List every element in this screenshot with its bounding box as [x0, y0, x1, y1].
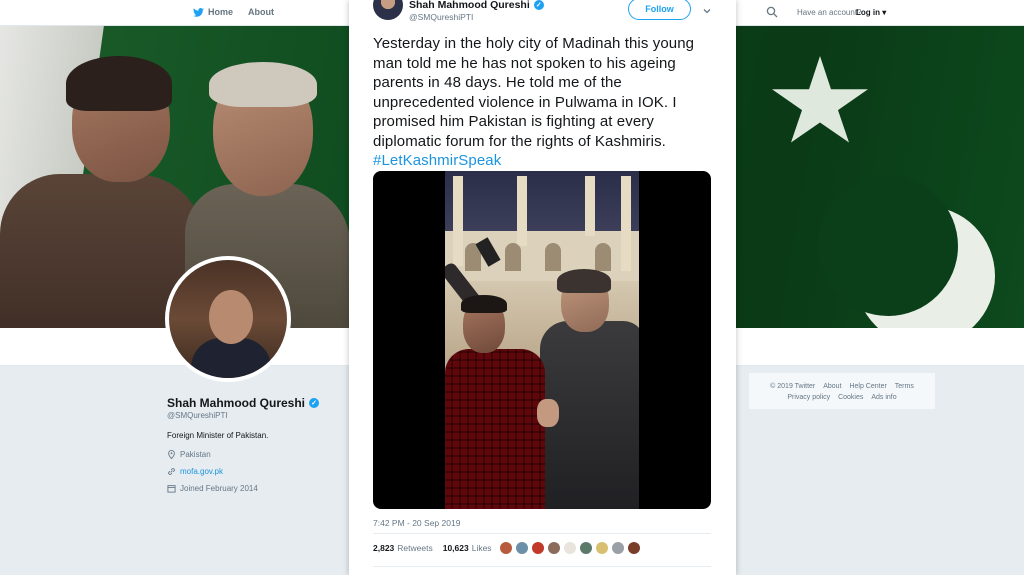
likers-avatars [499, 541, 641, 555]
profile-name-text: Shah Mahmood Qureshi [167, 396, 306, 410]
tweet-author-name[interactable]: Shah Mahmood Qureshi ✓ [409, 0, 544, 11]
footer-help-link[interactable]: Help Center [849, 383, 886, 390]
tweet-author-avatar[interactable] [373, 0, 403, 20]
profile-avatar[interactable] [165, 256, 291, 382]
verified-badge-icon: ✓ [533, 0, 544, 10]
liker-avatar[interactable] [579, 541, 593, 555]
footer-ads-link[interactable]: Ads info [871, 394, 896, 401]
liker-avatar[interactable] [531, 541, 545, 555]
profile-joined-text: Joined February 2014 [180, 484, 258, 493]
tweet-author-handle[interactable]: @SMQureshiPTI [409, 12, 473, 22]
nav-home-link[interactable]: Home [193, 7, 233, 17]
follow-button[interactable]: Follow [628, 0, 691, 20]
calendar-icon [167, 485, 176, 493]
profile-joined: Joined February 2014 [167, 484, 258, 493]
liker-avatar[interactable] [595, 541, 609, 555]
tweet-hashtag[interactable]: #LetKashmirSpeak [373, 152, 501, 169]
liker-avatar[interactable] [563, 541, 577, 555]
retweets-label[interactable]: Retweets [397, 543, 432, 553]
likes-count[interactable]: 10,623 [443, 543, 469, 553]
tweet-stats: 2,823 Retweets 10,623 Likes [373, 543, 492, 553]
flag-star [772, 56, 868, 143]
flag-crescent-cut [818, 176, 958, 316]
liker-avatar[interactable] [515, 541, 529, 555]
link-icon [168, 468, 175, 475]
tweet-video[interactable] [373, 171, 711, 509]
profile-url: mofa.gov.pk [167, 467, 223, 476]
tweet-text: Yesterday in the holy city of Madinah th… [373, 34, 718, 171]
verified-badge-icon: ✓ [309, 398, 320, 408]
liker-avatar[interactable] [627, 541, 641, 555]
login-link[interactable]: Log in ▾ [856, 8, 886, 17]
video-frame [445, 171, 639, 509]
likes-label[interactable]: Likes [472, 543, 492, 553]
footer-links: © 2019 Twitter About Help Center Terms P… [748, 372, 936, 410]
liker-avatar[interactable] [611, 541, 625, 555]
footer-copyright: © 2019 Twitter [770, 383, 816, 390]
retweets-count[interactable]: 2,823 [373, 543, 394, 553]
nav-about-link[interactable]: About [248, 7, 274, 17]
chevron-down-icon[interactable] [702, 6, 712, 16]
divider [373, 566, 711, 567]
footer-row-2: Privacy policy Cookies Ads info [755, 392, 929, 403]
tweet-author-name-text: Shah Mahmood Qureshi [409, 0, 530, 11]
profile-bio: Foreign Minister of Pakistan. [167, 431, 269, 440]
nav-home-label: Home [208, 7, 234, 17]
search-icon[interactable] [766, 6, 778, 18]
footer-row-1: © 2019 Twitter About Help Center Terms [755, 381, 929, 392]
login-label: Log in [856, 8, 880, 17]
location-pin-icon [168, 450, 175, 459]
footer-terms-link[interactable]: Terms [895, 383, 914, 390]
twitter-bird-icon [193, 7, 204, 17]
footer-about-link[interactable]: About [823, 383, 841, 390]
tweet-modal: Shah Mahmood Qureshi ✓ @SMQureshiPTI Fol… [349, 0, 736, 575]
profile-location: Pakistan [167, 450, 211, 459]
have-account-text: Have an account? [797, 8, 862, 17]
liker-avatar[interactable] [499, 541, 513, 555]
liker-avatar[interactable] [547, 541, 561, 555]
profile-handle[interactable]: @SMQureshiPTI [167, 411, 228, 420]
footer-privacy-link[interactable]: Privacy policy [787, 394, 830, 401]
profile-location-text: Pakistan [180, 450, 211, 459]
tweet-timestamp[interactable]: 7:42 PM - 20 Sep 2019 [373, 518, 460, 528]
profile-name[interactable]: Shah Mahmood Qureshi ✓ [167, 396, 320, 410]
profile-url-link[interactable]: mofa.gov.pk [180, 467, 223, 476]
footer-cookies-link[interactable]: Cookies [838, 394, 863, 401]
divider [373, 533, 711, 534]
tweet-body: Yesterday in the holy city of Madinah th… [373, 35, 695, 150]
